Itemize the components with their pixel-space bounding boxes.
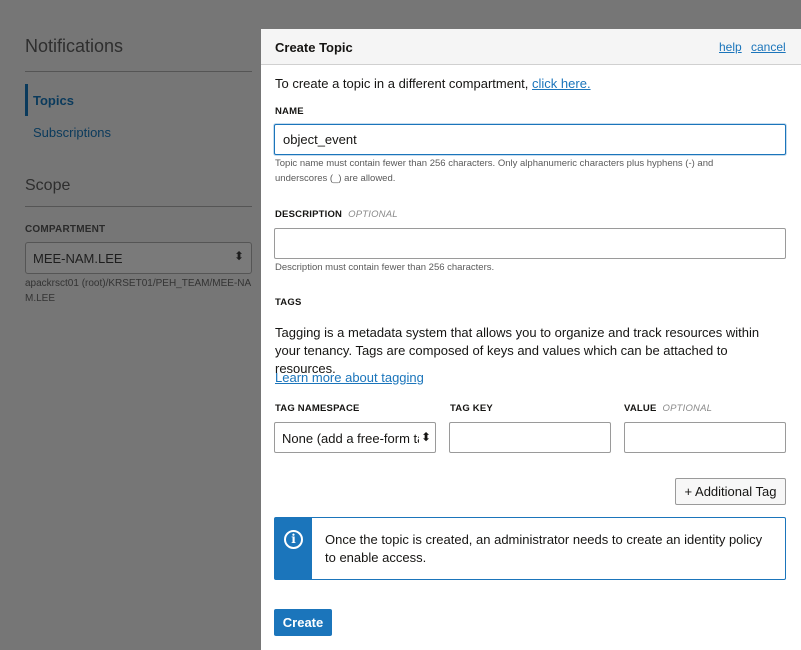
panel-title: Create Topic <box>275 40 353 55</box>
description-label-text: DESCRIPTION <box>275 209 343 220</box>
name-label: NAME <box>275 106 304 117</box>
description-label: DESCRIPTION OPTIONAL <box>275 209 398 220</box>
tag-key-input[interactable] <box>449 422 611 453</box>
info-message: Once the topic is created, an administra… <box>325 532 763 565</box>
compartment-note: To create a topic in a different compart… <box>275 76 591 91</box>
scope-heading: Scope <box>25 177 71 194</box>
panel-header: Create Topic help cancel <box>261 29 801 65</box>
tag-value-label: VALUE OPTIONAL <box>624 403 712 414</box>
tags-label: TAGS <box>275 297 302 308</box>
sidebar-item-topics[interactable]: Topics <box>25 84 252 116</box>
active-indicator <box>25 84 28 116</box>
compartment-path: apackrsct01 (root)/KRSET01/PEH_TEAM/MEE-… <box>25 278 252 304</box>
learn-more-tagging-link[interactable]: Learn more about tagging <box>275 370 424 385</box>
tag-key-label: TAG KEY <box>450 403 493 414</box>
compartment-label: COMPARTMENT <box>25 224 106 235</box>
create-button[interactable]: Create <box>274 609 332 636</box>
name-help-text: Topic name must contain fewer than 256 c… <box>275 158 714 184</box>
name-input[interactable] <box>274 124 786 155</box>
help-link[interactable]: help <box>719 40 742 54</box>
description-help-text: Description must contain fewer than 256 … <box>275 262 495 273</box>
tag-namespace-label: TAG NAMESPACE <box>275 403 360 414</box>
divider <box>25 206 252 207</box>
tag-namespace-select[interactable]: None (add a free-form tag) ⬍ <box>274 422 436 453</box>
info-strip: i <box>275 518 312 579</box>
click-here-link[interactable]: click here. <box>532 76 591 91</box>
description-input[interactable] <box>274 228 786 259</box>
additional-tag-button[interactable]: + Additional Tag <box>675 478 786 505</box>
compartment-select[interactable]: MEE-NAM.LEE ⬍ <box>25 242 252 274</box>
optional-tag: OPTIONAL <box>662 403 713 414</box>
info-icon: i <box>284 530 303 549</box>
optional-tag: OPTIONAL <box>348 209 398 220</box>
page-title: Notifications <box>25 36 124 56</box>
compartment-value: MEE-NAM.LEE <box>33 251 123 266</box>
compartment-note-text: To create a topic in a different compart… <box>275 76 529 91</box>
chevron-updown-icon: ⬍ <box>233 249 244 263</box>
cancel-link[interactable]: cancel <box>751 40 786 54</box>
sidebar-item-label: Topics <box>33 93 74 108</box>
tag-namespace-value: None (add a free-form tag) <box>282 431 422 446</box>
sidebar-item-subscriptions[interactable]: Subscriptions <box>33 125 111 140</box>
info-alert: i Once the topic is created, an administ… <box>274 517 786 580</box>
tag-value-input[interactable] <box>624 422 786 453</box>
divider <box>25 71 252 72</box>
create-topic-panel: Create Topic help cancel To create a top… <box>261 29 801 650</box>
chevron-updown-icon: ⬍ <box>418 428 431 446</box>
tag-value-label-text: VALUE <box>624 403 657 414</box>
